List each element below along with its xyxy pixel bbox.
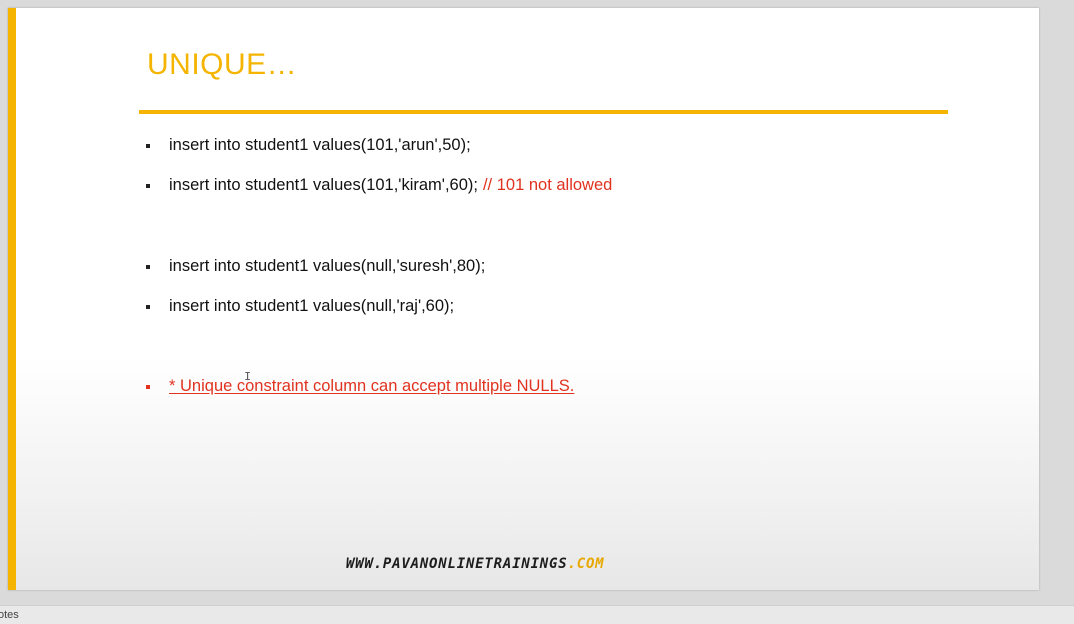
bullet-item-3: insert into student1 values(null,'suresh… [145, 257, 485, 276]
slide-title: UNIQUE… [147, 48, 298, 81]
footer-website-url: WWW.PAVANONLINETRAININGS.COM [346, 556, 604, 572]
bullet-item-2: insert into student1 values(101,'kiram',… [145, 176, 612, 195]
bullet-marker [146, 183, 150, 188]
slide: UNIQUE… insert into student1 values(101,… [8, 8, 1039, 590]
bullet-item-1: insert into student1 values(101,'arun',5… [145, 136, 471, 155]
bullet-text: insert into student1 values(null,'raj',6… [169, 297, 455, 315]
note-text: * Unique constraint column can accept mu… [169, 377, 575, 395]
bullet-marker [146, 304, 150, 309]
bullet-comment: // 101 not allowed [482, 176, 613, 194]
bullet-marker [146, 143, 150, 148]
bullet-marker [146, 264, 150, 269]
bullet-text: insert into student1 values(101,'kiram',… [169, 176, 478, 194]
bullet-text: insert into student1 values(101,'arun',5… [169, 136, 471, 154]
bullet-item-note: * Unique constraint column can accept mu… [145, 377, 574, 396]
slide-left-accent-bar [8, 8, 16, 590]
notes-button[interactable]: otes [0, 609, 19, 621]
footer-url-tld: .COM [567, 556, 605, 572]
bullet-item-4: insert into student1 values(null,'raj',6… [145, 297, 454, 316]
presentation-window: UNIQUE… insert into student1 values(101,… [0, 0, 1074, 624]
bullet-marker [146, 384, 150, 389]
text-cursor-icon: I [244, 370, 252, 384]
bullet-text: insert into student1 values(null,'suresh… [169, 257, 486, 275]
title-underline-rule [139, 110, 948, 114]
status-bar: otes [0, 605, 1074, 624]
footer-url-main: WWW.PAVANONLINETRAININGS [346, 556, 568, 572]
